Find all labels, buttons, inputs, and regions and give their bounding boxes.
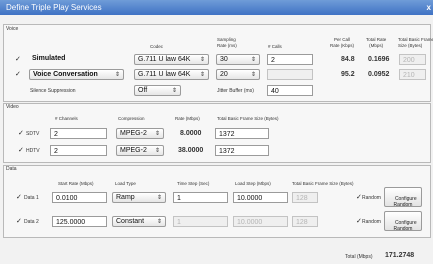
voice-header-total-basic: Total Basic Frame Size (Bytes) xyxy=(398,37,433,48)
data-row-1-configure-random-button[interactable]: Configure Random xyxy=(384,187,422,208)
data-row-1-random-label: Random xyxy=(362,195,381,201)
silence-suppression-label: Silence Suppression xyxy=(30,88,76,94)
data-row-1-load-step-input[interactable]: 10.0000 xyxy=(233,192,288,203)
video-row-sdtv-channels-input[interactable]: 2 xyxy=(50,128,107,139)
video-row-hdtv-frame-input[interactable]: 1372 xyxy=(215,145,269,156)
configure-random-label: Configure Random xyxy=(393,220,417,232)
data-row-1-start-rate-input[interactable]: 0.0100 xyxy=(52,192,107,203)
data-row-1-load-type-select[interactable]: Ramp ⇕ xyxy=(112,192,166,203)
select-arrows-icon: ⇕ xyxy=(250,72,256,78)
video-header-compression: Compression xyxy=(118,116,145,121)
data-row-1-time-step-input[interactable]: 1 xyxy=(173,192,228,203)
data-row-2-start-rate-input[interactable]: 125.0000 xyxy=(52,216,107,227)
data-row-2-checkbox[interactable]: ✓ xyxy=(16,217,22,225)
jitter-buffer-input[interactable]: 40 xyxy=(267,85,313,96)
close-icon[interactable]: x xyxy=(427,0,431,15)
data-header-frame: Total Basic Frame Size (Bytes) xyxy=(292,181,354,186)
video-section-label: Video xyxy=(6,104,19,110)
voice-row-simulated-per-call: 84.8 xyxy=(341,56,355,63)
window-title: Define Triple Play Services xyxy=(6,3,102,12)
voice-row-conversation-checkbox[interactable]: ✓ xyxy=(15,70,21,78)
data-row-2-random-label: Random xyxy=(362,219,381,225)
voice-row-simulated-codec-select[interactable]: G.711 U law 64K ⇕ xyxy=(134,54,209,65)
voice-row-simulated-label: Simulated xyxy=(32,55,66,62)
voice-header-per-call: Per Call Rate (Kbps) xyxy=(330,37,355,48)
video-row-sdtv-compression-select[interactable]: MPEG-2 ⇕ xyxy=(116,128,164,139)
voice-row-conversation-frame-size: 210 xyxy=(399,69,426,80)
data-row-2-random-checkbox[interactable]: ✓ xyxy=(356,217,362,225)
data-row-1-label: Data 1 xyxy=(24,195,39,201)
data-row-1-random-checkbox[interactable]: ✓ xyxy=(356,193,362,201)
data-row-2-label: Data 2 xyxy=(24,219,39,225)
voice-row-conversation-sampling-select[interactable]: 20 ⇕ xyxy=(216,69,260,80)
select-arrows-icon: ⇕ xyxy=(156,195,162,201)
jitter-buffer-label: Jitter Buffer (ms) xyxy=(217,88,254,94)
voice-row-conversation-codec-select[interactable]: G.711 U law 64K ⇕ xyxy=(134,69,209,80)
video-row-hdtv-rate: 38.0000 xyxy=(178,147,204,154)
select-arrows-icon: ⇕ xyxy=(171,88,177,94)
codec-value: G.711 U law 64K xyxy=(138,71,191,78)
data-section-label: Data xyxy=(6,166,17,172)
data-header-start-rate: Start Rate (Mbps) xyxy=(58,181,94,186)
data-header-time-step: Time Step (Sec) xyxy=(177,181,210,186)
select-arrows-icon: ⇕ xyxy=(199,72,205,78)
select-arrows-icon: ⇕ xyxy=(154,131,160,137)
video-row-sdtv-checkbox[interactable]: ✓ xyxy=(18,129,24,137)
voice-row-simulated-frame-size: 200 xyxy=(399,54,426,65)
voice-row-simulated-checkbox[interactable]: ✓ xyxy=(15,55,21,63)
sampling-value: 30 xyxy=(220,56,228,63)
title-bar: Define Triple Play Services x xyxy=(0,0,433,15)
load-type-value: Ramp xyxy=(116,194,135,201)
data-row-2-configure-random-button[interactable]: Configure Random xyxy=(384,211,422,232)
video-row-hdtv-channels-input[interactable]: 2 xyxy=(50,145,107,156)
video-row-sdtv-label: SDTV xyxy=(26,131,40,137)
data-row-2-load-step-input: 10.0000 xyxy=(233,216,288,227)
voice-header-codec: Codec xyxy=(150,44,164,49)
codec-value: G.711 U law 64K xyxy=(138,56,191,63)
total-value: 171.2748 xyxy=(385,252,415,259)
sampling-value: 20 xyxy=(220,71,228,78)
video-row-hdtv-checkbox[interactable]: ✓ xyxy=(18,146,24,154)
data-header-load-step: Load Step (Mbps) xyxy=(235,181,271,186)
select-arrows-icon: ⇕ xyxy=(250,57,256,63)
video-header-frame: Total Basic Frame Size (Bytes) xyxy=(217,116,279,121)
total-label: Total (Mbps) xyxy=(345,254,373,260)
voice-row-conversation-type-select[interactable]: Voice Conversation ⇕ xyxy=(29,69,124,80)
load-type-value: Constant xyxy=(116,218,145,225)
voice-row-conversation-calls-input xyxy=(267,69,313,80)
voice-type-value: Voice Conversation xyxy=(33,71,98,78)
voice-row-conversation-per-call: 95.2 xyxy=(341,71,355,78)
voice-row-simulated-calls-input[interactable]: 2 xyxy=(267,54,313,65)
voice-header-sampling: Sampling Rate (ms) xyxy=(217,37,237,48)
select-arrows-icon: ⇕ xyxy=(199,57,205,63)
video-row-sdtv-rate: 8.0000 xyxy=(180,130,202,137)
video-row-hdtv-compression-select[interactable]: MPEG-2 ⇕ xyxy=(116,145,164,156)
data-row-2-load-type-select[interactable]: Constant ⇕ xyxy=(112,216,166,227)
video-header-channels: # Channels xyxy=(55,116,78,121)
select-arrows-icon: ⇕ xyxy=(154,148,160,154)
data-row-1-checkbox[interactable]: ✓ xyxy=(16,193,22,201)
define-triple-play-services-window: Define Triple Play Services x Voice Code… xyxy=(0,0,433,264)
voice-section-label: Voice xyxy=(6,26,19,32)
video-row-sdtv-frame-input[interactable]: 1372 xyxy=(215,128,269,139)
configure-random-label: Configure Random xyxy=(393,196,417,208)
compression-value: MPEG-2 xyxy=(120,147,147,154)
silence-value: Off xyxy=(138,87,148,94)
data-row-1-frame-size: 128 xyxy=(292,192,318,203)
data-row-2-time-step-input: 1 xyxy=(173,216,228,227)
silence-suppression-select[interactable]: Off ⇕ xyxy=(134,85,181,96)
voice-header-calls: # Calls xyxy=(268,44,282,49)
select-arrows-icon: ⇕ xyxy=(156,219,162,225)
voice-row-simulated-total-rate: 0.1696 xyxy=(368,56,390,63)
data-header-load-type: Load Type xyxy=(115,181,136,186)
voice-row-conversation-total-rate: 0.0952 xyxy=(368,71,390,78)
video-header-rate: Rate (Mbps) xyxy=(175,116,200,121)
voice-row-simulated-sampling-select[interactable]: 30 ⇕ xyxy=(216,54,260,65)
voice-header-total-rate: Total Rate (Mbps) xyxy=(366,37,387,48)
data-row-2-frame-size: 128 xyxy=(292,216,318,227)
select-arrows-icon: ⇕ xyxy=(114,72,120,78)
compression-value: MPEG-2 xyxy=(120,130,147,137)
video-row-hdtv-label: HDTV xyxy=(26,148,40,154)
